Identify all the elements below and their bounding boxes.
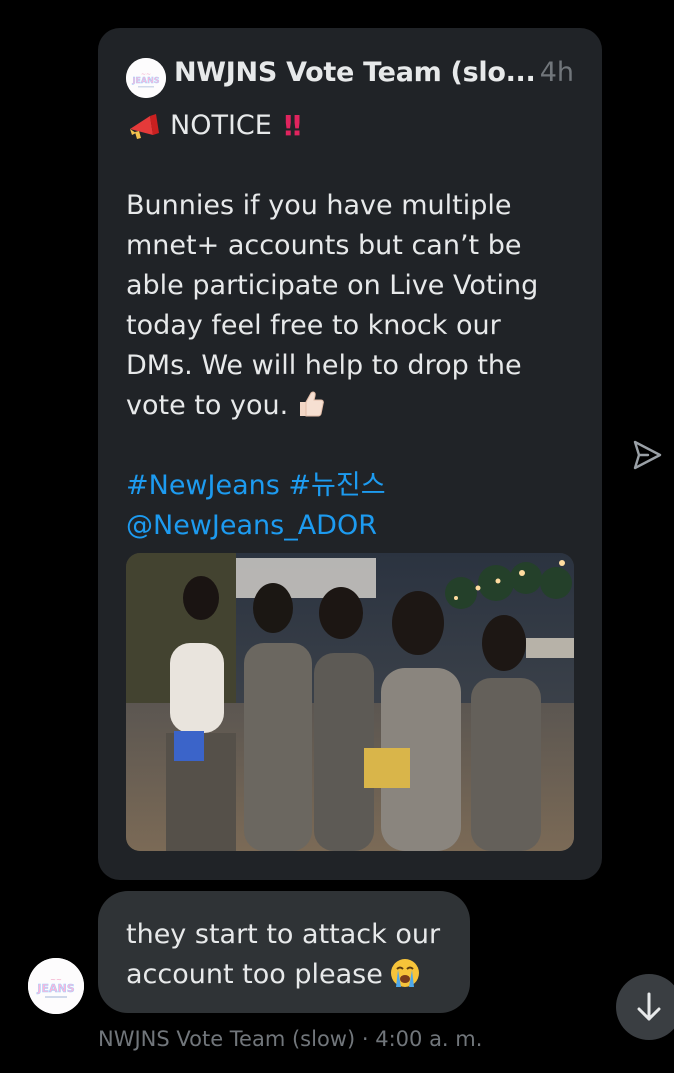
message-bubble[interactable]: they start to attack our account too ple… [98, 891, 470, 1013]
body-spacer [126, 426, 586, 466]
tweet-photo[interactable] [126, 553, 574, 851]
body-line-text: vote to you. [126, 390, 289, 421]
quoted-tweet-card[interactable]: ~~ JEANS NWJNS Vote Team (slo... 4h NOTI… [98, 28, 602, 880]
jeans-logo-icon: ~~ JEANS [28, 958, 84, 1014]
hashtag-link[interactable]: #뉴진스 [288, 470, 385, 501]
body-line: DMs. We will help to drop the [126, 350, 522, 381]
tweet-author-name[interactable]: NWJNS Vote Team (slo... [174, 57, 536, 88]
thumbs-up-icon [300, 391, 325, 417]
group-photo-image [126, 553, 574, 851]
megaphone-icon [130, 114, 159, 139]
body-line: today feel free to knock our [126, 310, 501, 341]
jeans-logo-icon: ~~ JEANS [126, 58, 166, 98]
hashtag-line: #NewJeans #뉴진스 [126, 466, 586, 506]
body-line: Bunnies if you have multiple [126, 190, 512, 221]
hashtag-link[interactable]: #NewJeans [126, 470, 280, 501]
notice-label: NOTICE [170, 110, 272, 141]
message-text: they start to attack our account too ple… [126, 915, 440, 995]
svg-text:JEANS: JEANS [131, 76, 159, 85]
body-spacer [126, 146, 586, 186]
tweet-timestamp[interactable]: 4h [540, 57, 574, 88]
sender-name: NWJNS Vote Team (slow) [98, 1027, 356, 1051]
mention-link[interactable]: @NewJeans_ADOR [126, 510, 377, 541]
double-exclamation-icon: ‼ [283, 109, 302, 142]
share-icon[interactable] [630, 438, 664, 472]
message-line: they start to attack our [126, 919, 441, 950]
tweet-body: NOTICE ‼ Bunnies if you have multiple mn… [126, 106, 586, 546]
notice-line: NOTICE ‼ [126, 106, 586, 146]
message-time: 4:00 a. m. [375, 1027, 483, 1051]
loudly-crying-face-icon [390, 959, 419, 987]
body-line: mnet+ accounts but can’t be [126, 230, 522, 261]
body-line-last: vote to you. [126, 386, 586, 426]
tweet-author-avatar[interactable]: ~~ JEANS [126, 58, 166, 98]
meta-separator: · [361, 1027, 369, 1051]
sender-avatar[interactable]: ~~ JEANS [28, 958, 84, 1014]
mention-line: @NewJeans_ADOR [126, 506, 586, 546]
body-line: able participate on Live Voting [126, 270, 539, 301]
scroll-to-bottom-button[interactable] [616, 974, 674, 1040]
message-meta: NWJNS Vote Team (slow) · 4:00 a. m. [98, 1027, 482, 1051]
svg-text:JEANS: JEANS [36, 982, 74, 995]
message-line-text: account too please [126, 959, 383, 990]
arrow-down-icon [637, 992, 661, 1021]
message-line-last: account too please [126, 955, 440, 995]
